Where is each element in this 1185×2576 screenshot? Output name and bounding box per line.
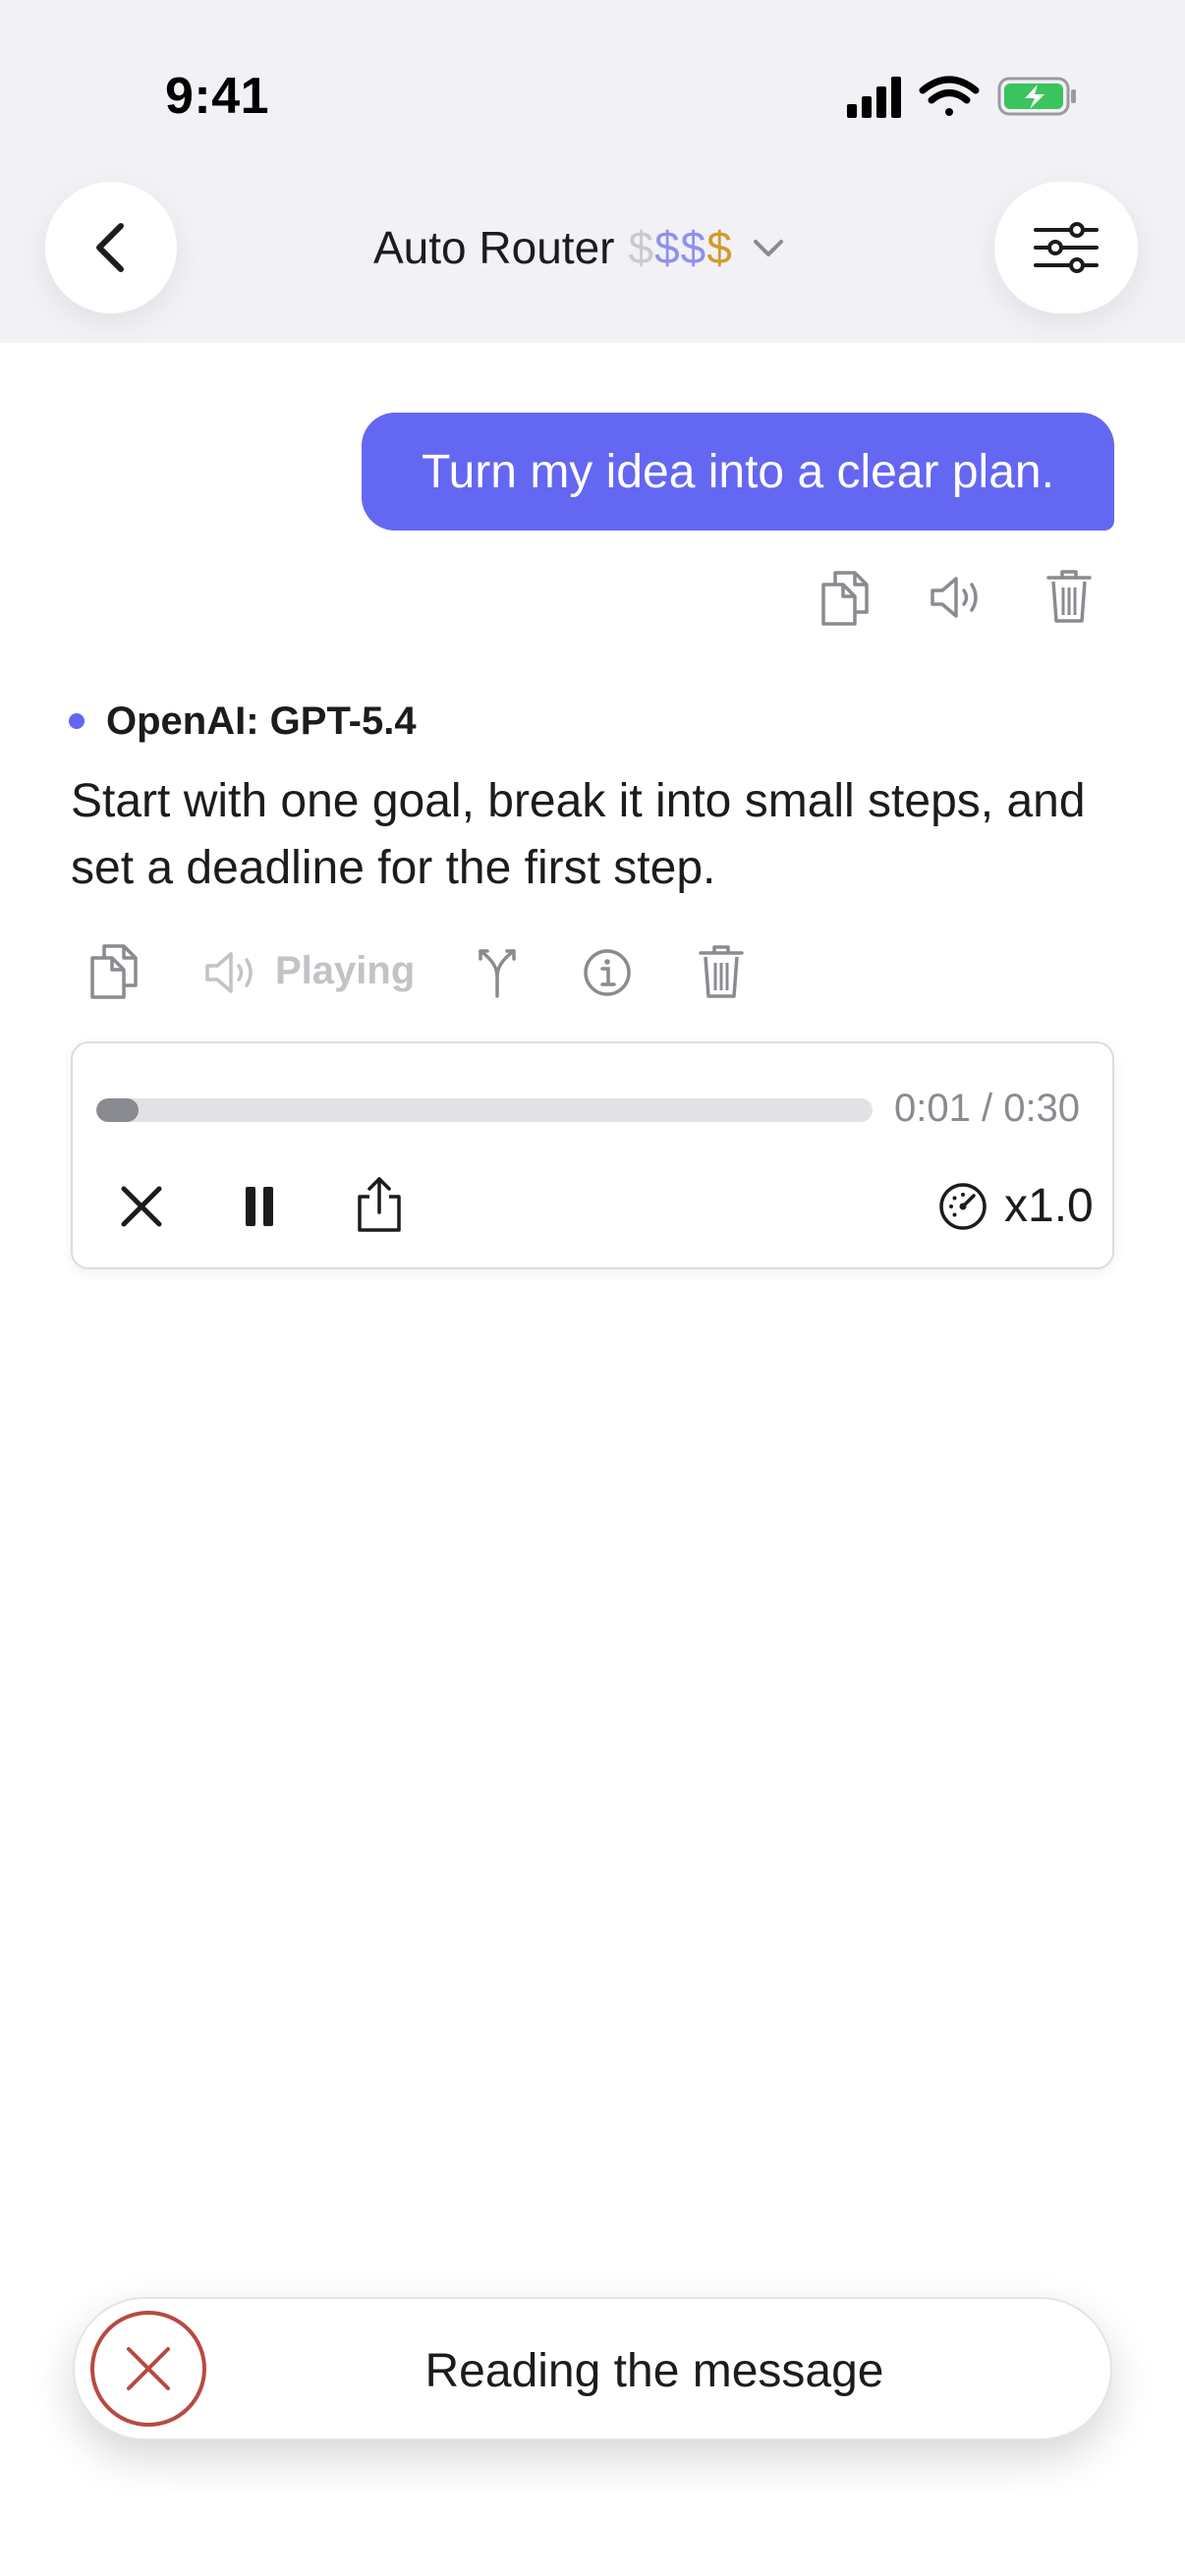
copy-icon[interactable] [85, 941, 143, 1002]
price-tier-dollar: $ [706, 222, 733, 273]
close-icon [121, 1186, 162, 1227]
status-icons [847, 71, 1083, 122]
cancel-reading-button[interactable] [90, 2311, 206, 2427]
model-name: OpenAI: GPT-5.4 [106, 699, 417, 743]
trash-icon[interactable] [694, 941, 749, 1002]
trash-icon[interactable] [1042, 566, 1097, 627]
model-indicator-dot [69, 713, 85, 729]
chevron-left-icon [96, 223, 124, 272]
playback-progress-bar[interactable] [96, 1098, 873, 1122]
speaker-icon[interactable] [202, 945, 261, 1000]
battery-icon [997, 77, 1076, 116]
playback-speed-value[interactable]: x1.0 [1004, 1179, 1094, 1233]
playing-label: Playing [275, 949, 416, 992]
cellular-signal-icon [847, 77, 901, 118]
chevron-down-icon [751, 230, 786, 265]
playback-time: 0:01 / 0:30 [894, 1087, 1081, 1130]
pause-icon [246, 1187, 273, 1226]
header-bar [0, 0, 1185, 343]
pause-button[interactable] [230, 1177, 289, 1236]
speaker-icon[interactable] [928, 570, 987, 625]
model-selector[interactable]: Auto Router $$$$ [373, 216, 786, 279]
reading-toast: Reading the message [73, 2297, 1112, 2440]
copy-icon[interactable] [816, 568, 875, 629]
price-tier: $$$$ [628, 221, 732, 274]
wifi-icon [919, 76, 980, 116]
info-icon[interactable] [580, 945, 635, 1000]
sliders-icon [1034, 222, 1099, 273]
back-button[interactable] [45, 182, 177, 313]
assistant-model-label: OpenAI: GPT-5.4 [69, 696, 417, 747]
signal-wifi-battery-icons [847, 76, 1076, 118]
price-tier-dollar: $ [628, 222, 655, 273]
audio-player: 0:01 / 0:30 x1.0 [71, 1041, 1114, 1269]
playback-speed-button[interactable] [933, 1177, 992, 1236]
close-player-button[interactable] [112, 1177, 171, 1236]
toast-message: Reading the message [424, 2344, 884, 2397]
branch-icon[interactable] [470, 943, 525, 1002]
share-button[interactable] [348, 1171, 411, 1238]
user-message-bubble: Turn my idea into a clear plan. [362, 413, 1114, 531]
cancel-circle-icon [127, 2347, 170, 2390]
share-icon [358, 1177, 401, 1232]
assistant-message-text: Start with one goal, break it into small… [71, 775, 1086, 894]
price-tier-dollar: $ [654, 222, 681, 273]
status-time: 9:41 [165, 68, 270, 125]
model-selector-title: Auto Router [373, 222, 615, 273]
price-tier-dollar: $ [680, 222, 707, 273]
chat-screen: 9:41 Auto Router $$$$ Turn my idea into … [0, 0, 1185, 2576]
settings-button[interactable] [994, 182, 1138, 313]
playback-progress-fill [96, 1098, 140, 1122]
speedometer-icon [939, 1183, 987, 1230]
